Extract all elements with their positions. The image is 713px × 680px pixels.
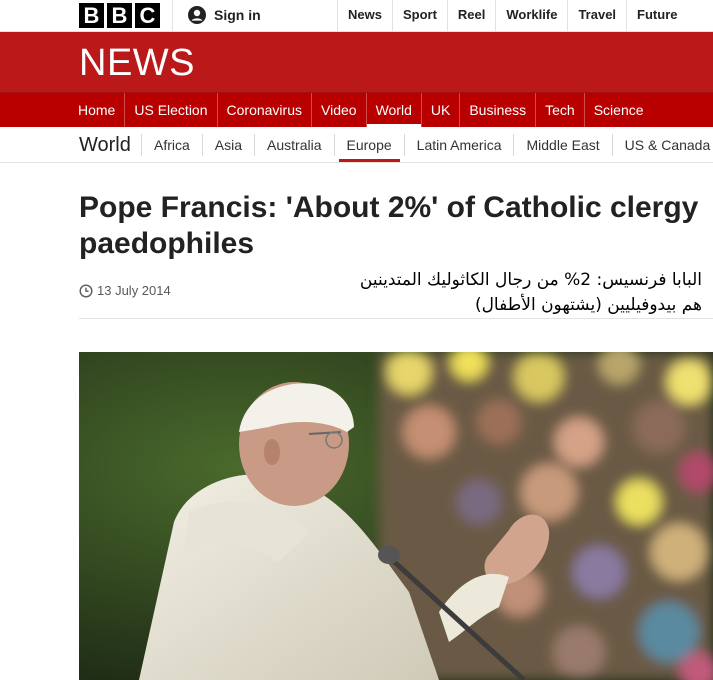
clock-icon xyxy=(79,283,93,298)
news-logo[interactable]: NEWS xyxy=(79,41,195,85)
top-nav-future[interactable]: Future xyxy=(626,0,687,32)
section-nav-us-canada[interactable]: US & Canada xyxy=(611,134,713,156)
bbc-logo-letter: B xyxy=(79,3,104,28)
article-dateline: 13 July 2014 xyxy=(79,283,171,298)
main-nav: Home US Election Coronavirus Video World… xyxy=(0,92,713,128)
arabic-caption-line: البابا فرنسيس: 2% من رجال الكاثوليك المت… xyxy=(359,270,702,290)
main-nav-tech[interactable]: Tech xyxy=(536,93,585,128)
news-banner: NEWS xyxy=(0,32,713,92)
top-nav-reel[interactable]: Reel xyxy=(446,0,495,32)
bbc-logo-letter: C xyxy=(135,3,160,28)
bbc-logo-letter: B xyxy=(107,3,132,28)
main-nav-science[interactable]: Science xyxy=(585,93,653,128)
main-nav-uk[interactable]: UK xyxy=(422,93,461,128)
section-nav-middle-east[interactable]: Middle East xyxy=(513,134,611,156)
main-nav-coronavirus[interactable]: Coronavirus xyxy=(218,93,312,128)
arabic-caption: البابا فرنسيس: 2% من رجال الكاثوليك المت… xyxy=(340,268,702,318)
user-icon xyxy=(188,6,206,24)
section-nav: World Africa Asia Australia Europe Latin… xyxy=(0,127,713,163)
main-nav-home[interactable]: Home xyxy=(69,93,126,128)
top-nav-sport[interactable]: Sport xyxy=(391,0,447,32)
section-nav-asia[interactable]: Asia xyxy=(201,134,254,156)
section-nav-latin-america[interactable]: Latin America xyxy=(403,134,514,156)
main-nav-world[interactable]: World xyxy=(366,93,422,128)
sign-in-button[interactable]: Sign in xyxy=(188,5,261,25)
top-nav-news[interactable]: News xyxy=(337,0,392,32)
bbc-top-bar: B B C Sign in News Sport Reel Worklife T… xyxy=(0,0,713,32)
article-headline: Pope Francis: 'About 2%' of Catholic cle… xyxy=(79,191,699,260)
top-nav-worklife[interactable]: Worklife xyxy=(495,0,567,32)
pope-photo-illustration xyxy=(79,352,713,680)
section-nav-africa[interactable]: Africa xyxy=(141,134,202,156)
article-photo xyxy=(79,352,713,680)
main-nav-video[interactable]: Video xyxy=(312,93,367,128)
main-nav-us-election[interactable]: US Election xyxy=(125,93,218,128)
section-nav-australia[interactable]: Australia xyxy=(254,134,333,156)
divider xyxy=(79,318,713,319)
arabic-caption-line: هم بيدوفيليين (يشتهون الأطفال) xyxy=(474,295,702,315)
main-nav-business[interactable]: Business xyxy=(460,93,537,128)
article-date: 13 July 2014 xyxy=(97,283,171,298)
bbc-logo[interactable]: B B C xyxy=(79,3,160,28)
top-nav-travel[interactable]: Travel xyxy=(567,0,626,32)
top-nav: News Sport Reel Worklife Travel Future xyxy=(337,0,688,32)
section-nav-europe[interactable]: Europe xyxy=(333,134,404,162)
divider xyxy=(172,0,173,32)
section-title[interactable]: World xyxy=(79,133,131,157)
sign-in-label: Sign in xyxy=(214,7,261,23)
